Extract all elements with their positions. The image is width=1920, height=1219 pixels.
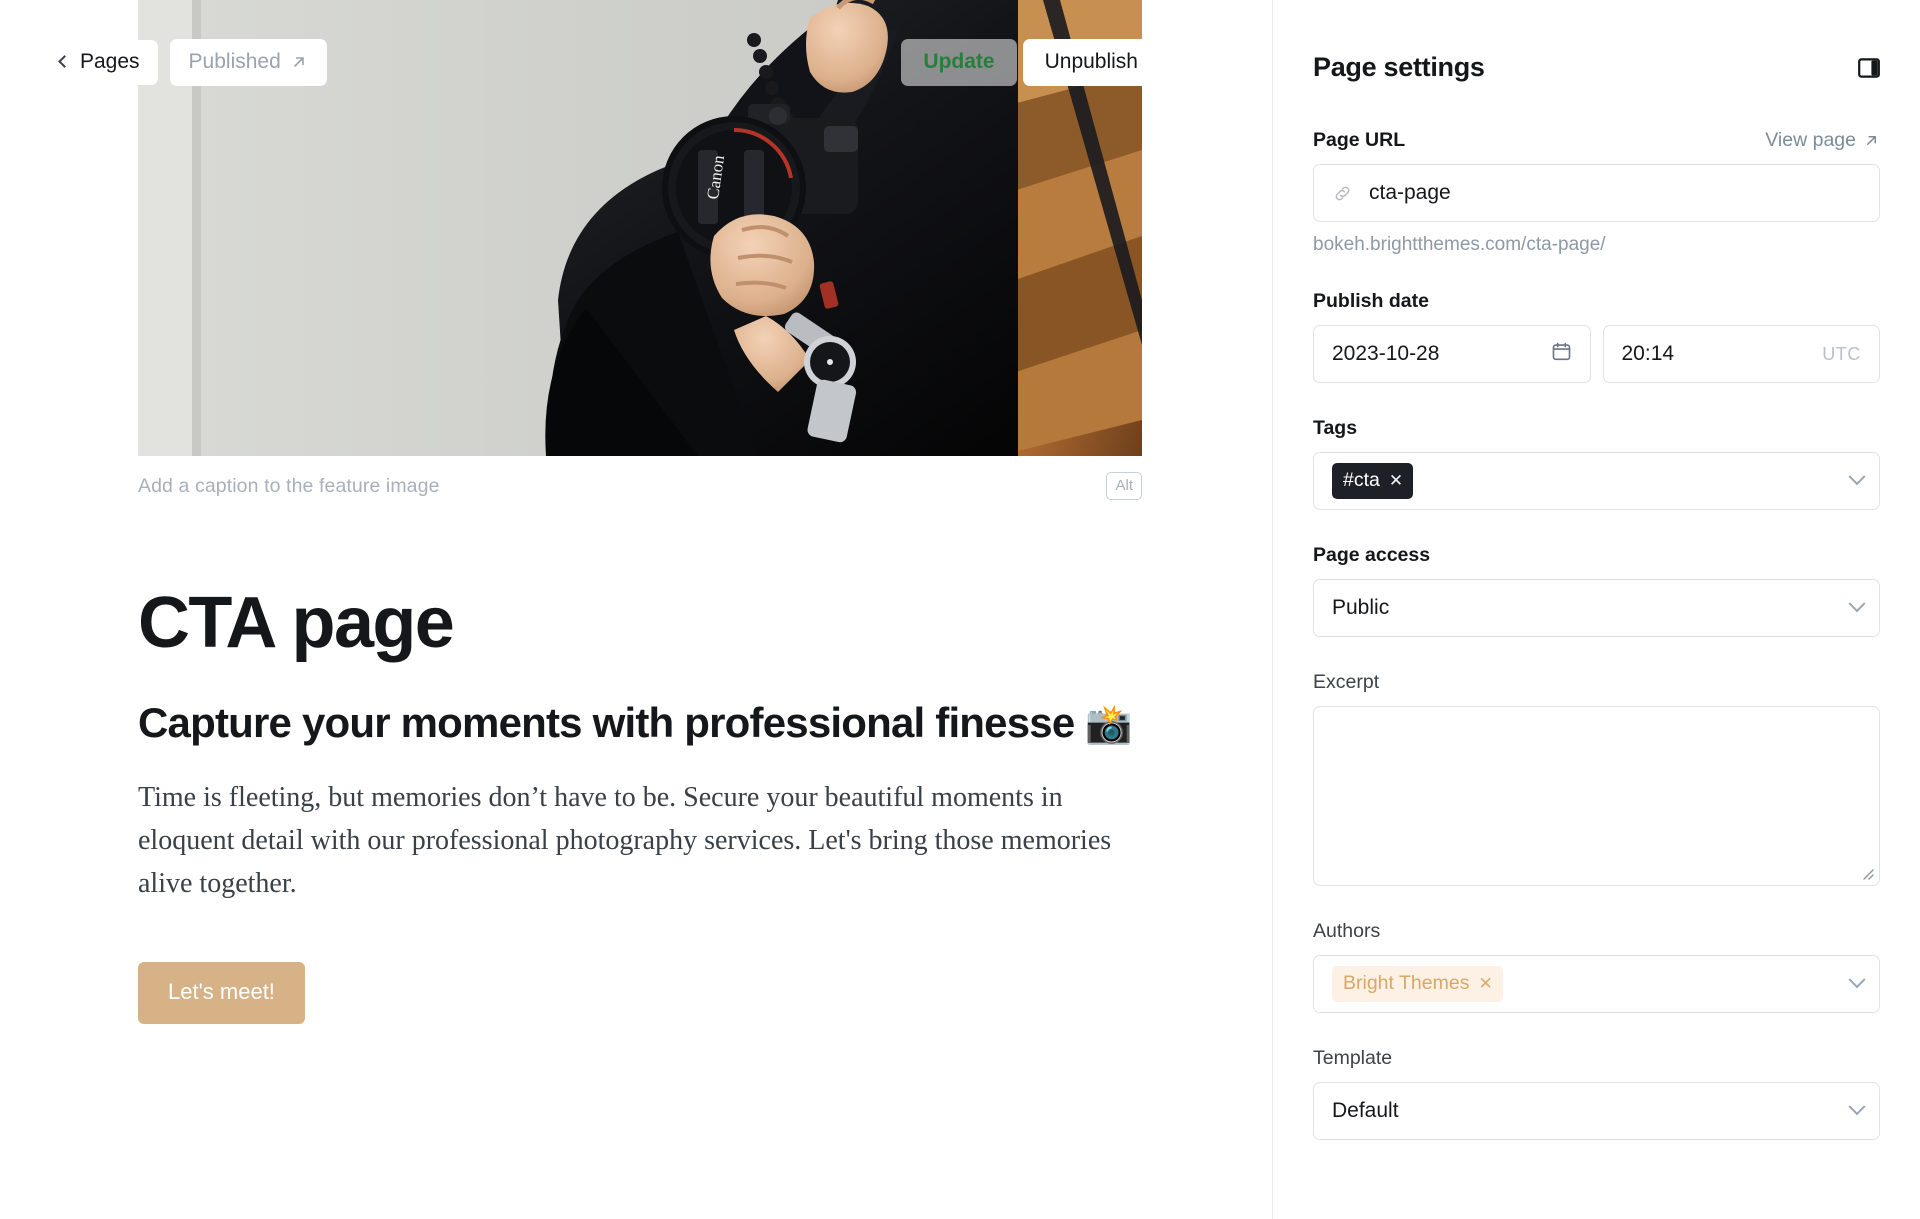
page-access-label: Page access bbox=[1313, 544, 1431, 566]
published-status-label: Published bbox=[188, 49, 281, 73]
tags-label: Tags bbox=[1313, 417, 1358, 439]
authors-select[interactable]: Bright Themes ✕ bbox=[1313, 955, 1880, 1013]
page-url-value: cta-page bbox=[1369, 181, 1451, 204]
publish-timezone-label: UTC bbox=[1822, 343, 1861, 364]
excerpt-textarea[interactable] bbox=[1313, 706, 1880, 886]
resize-grip-icon[interactable] bbox=[1859, 865, 1875, 881]
template-value: Default bbox=[1332, 1099, 1399, 1122]
view-page-link[interactable]: View page bbox=[1765, 129, 1880, 152]
arrow-up-right-icon bbox=[1866, 135, 1877, 146]
publish-date-value: 2023-10-28 bbox=[1332, 342, 1440, 365]
publish-time-value: 20:14 bbox=[1621, 342, 1675, 365]
authors-token-list: Bright Themes ✕ bbox=[1332, 957, 1503, 1011]
publish-date-label: Publish date bbox=[1313, 290, 1429, 312]
page-url-hint: bokeh.brightthemes.com/cta-page/ bbox=[1313, 234, 1606, 255]
chevron-left-icon bbox=[58, 55, 71, 68]
page-editor-app: Canon Add a caption to the feature image… bbox=[0, 0, 1920, 1219]
post-paragraph[interactable]: Time is fleeting, but memories don’t hav… bbox=[138, 777, 1148, 905]
excerpt-label: Excerpt bbox=[1313, 671, 1380, 693]
author-token-label: Bright Themes bbox=[1343, 972, 1470, 994]
tags-token-list: #cta ✕ bbox=[1332, 454, 1414, 508]
page-url-label: Page URL bbox=[1313, 129, 1406, 151]
publish-time-input[interactable]: 20:14 UTC bbox=[1602, 325, 1880, 383]
chevron-down-icon[interactable] bbox=[1848, 1098, 1866, 1116]
authors-field: Authors Bright Themes ✕ bbox=[1313, 920, 1880, 1013]
post-editor-pane: Canon Add a caption to the feature image… bbox=[0, 0, 1272, 1219]
close-icon[interactable]: ✕ bbox=[1389, 472, 1403, 489]
chevron-down-icon[interactable] bbox=[1848, 971, 1866, 989]
chevron-down-icon[interactable] bbox=[1848, 468, 1866, 486]
post-heading-text: Capture your moments with professional f… bbox=[138, 698, 1075, 746]
page-url-input[interactable]: cta-page bbox=[1313, 164, 1880, 222]
tags-select[interactable]: #cta ✕ bbox=[1313, 452, 1880, 510]
back-to-pages-label: Pages bbox=[80, 49, 140, 73]
post-content: CTA page Capture your moments with profe… bbox=[138, 585, 1148, 1024]
publish-date-input[interactable]: 2023-10-28 bbox=[1313, 325, 1591, 383]
template-field: Template Default bbox=[1313, 1047, 1880, 1140]
tags-field: Tags #cta ✕ bbox=[1313, 417, 1880, 510]
calendar-icon[interactable] bbox=[1551, 341, 1572, 367]
toolbar-right-group: Update Unpublish bbox=[901, 38, 1160, 86]
excerpt-field: Excerpt bbox=[1313, 671, 1880, 886]
sidebar-panel-icon[interactable] bbox=[1858, 57, 1880, 79]
alt-text-button[interactable]: Alt bbox=[1106, 472, 1142, 500]
post-heading[interactable]: Capture your moments with professional f… bbox=[138, 698, 1138, 748]
unpublish-button[interactable]: Unpublish bbox=[1022, 38, 1160, 86]
publish-date-field: Publish date 2023-10-28 20:14 UTC bbox=[1313, 290, 1880, 383]
sidebar-header: Page settings bbox=[1313, 52, 1880, 83]
arrow-up-right-icon bbox=[293, 56, 304, 67]
template-label: Template bbox=[1313, 1047, 1393, 1069]
back-to-pages-button[interactable]: Pages bbox=[44, 39, 158, 85]
author-token[interactable]: Bright Themes ✕ bbox=[1332, 966, 1503, 1002]
page-access-select[interactable]: Public bbox=[1313, 579, 1880, 637]
tag-token[interactable]: #cta ✕ bbox=[1332, 463, 1414, 499]
close-icon[interactable]: ✕ bbox=[1478, 975, 1492, 992]
link-icon bbox=[1332, 183, 1353, 204]
view-page-label: View page bbox=[1765, 129, 1856, 151]
published-status-button[interactable]: Published bbox=[169, 38, 327, 86]
toolbar-left-group: Pages Published bbox=[0, 38, 327, 86]
page-access-field: Page access Public bbox=[1313, 544, 1880, 637]
template-select[interactable]: Default bbox=[1313, 1082, 1880, 1140]
page-settings-sidebar: Page settings Page URL View page cta-pag… bbox=[1272, 0, 1920, 1219]
feature-image-caption-input[interactable]: Add a caption to the feature image bbox=[138, 475, 440, 498]
authors-label: Authors bbox=[1313, 920, 1381, 942]
page-access-value: Public bbox=[1332, 596, 1390, 619]
camera-flash-emoji-icon: 📸 bbox=[1085, 701, 1132, 746]
sidebar-title: Page settings bbox=[1313, 52, 1485, 82]
update-button[interactable]: Update bbox=[901, 38, 1017, 86]
tag-token-label: #cta bbox=[1343, 469, 1380, 491]
page-url-field: Page URL View page cta-page bokeh.bright… bbox=[1313, 129, 1880, 256]
lets-meet-button[interactable]: Let's meet! bbox=[138, 961, 305, 1024]
feature-image-caption-row: Add a caption to the feature image Alt bbox=[138, 466, 1142, 506]
page-title[interactable]: CTA page bbox=[138, 585, 1148, 662]
chevron-down-icon[interactable] bbox=[1848, 595, 1866, 613]
